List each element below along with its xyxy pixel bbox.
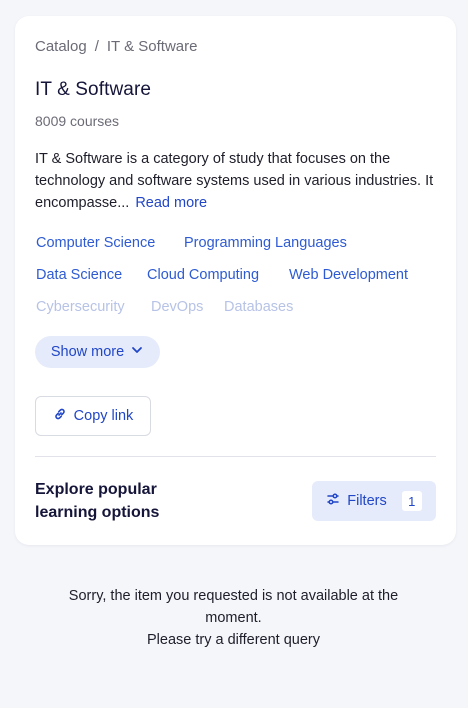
breadcrumb-separator: /: [94, 38, 99, 55]
tag-programming-languages[interactable]: Programming Languages: [184, 235, 347, 251]
tag-cybersecurity[interactable]: Cybersecurity: [36, 299, 125, 315]
breadcrumb-current[interactable]: IT & Software: [107, 38, 198, 55]
copy-link-button[interactable]: Copy link: [35, 396, 151, 436]
chevron-down-icon: [130, 343, 144, 361]
breadcrumb-catalog[interactable]: Catalog: [35, 38, 87, 55]
tag-cloud-computing[interactable]: Cloud Computing: [147, 267, 259, 283]
tag-devops[interactable]: DevOps: [151, 299, 203, 315]
tag-databases[interactable]: Databases: [224, 299, 293, 315]
explore-heading: Explore popular learning options: [35, 481, 160, 521]
tag-computer-science[interactable]: Computer Science: [36, 235, 155, 251]
course-count: 8009 courses: [35, 113, 120, 129]
copy-link-label: Copy link: [73, 408, 134, 424]
read-more-link[interactable]: Read more: [135, 195, 207, 211]
divider: [35, 456, 436, 457]
empty-state-message: Sorry, the item you requested is not ava…: [40, 585, 427, 651]
link-icon: [53, 407, 67, 425]
breadcrumb: Catalog / IT & Software: [35, 38, 197, 55]
description-text: IT & Software is a category of study tha…: [35, 151, 434, 211]
filters-label: Filters: [347, 493, 387, 509]
empty-state-line-1: Sorry, the item you requested is not ava…: [68, 588, 399, 626]
tag-data-science[interactable]: Data Science: [36, 267, 122, 283]
category-card: Catalog / IT & Software IT & Software 80…: [15, 16, 456, 545]
filters-button[interactable]: Filters 1: [312, 481, 436, 521]
empty-state-line-2: Please try a different query: [146, 632, 321, 648]
filters-count-badge: 1: [401, 491, 422, 511]
show-more-label: Show more: [50, 344, 125, 360]
category-description: IT & Software is a category of study tha…: [35, 148, 435, 214]
show-more-button[interactable]: Show more: [35, 336, 160, 368]
page-title: IT & Software: [35, 79, 152, 100]
sliders-icon: [326, 492, 340, 510]
tag-web-development[interactable]: Web Development: [289, 267, 408, 283]
